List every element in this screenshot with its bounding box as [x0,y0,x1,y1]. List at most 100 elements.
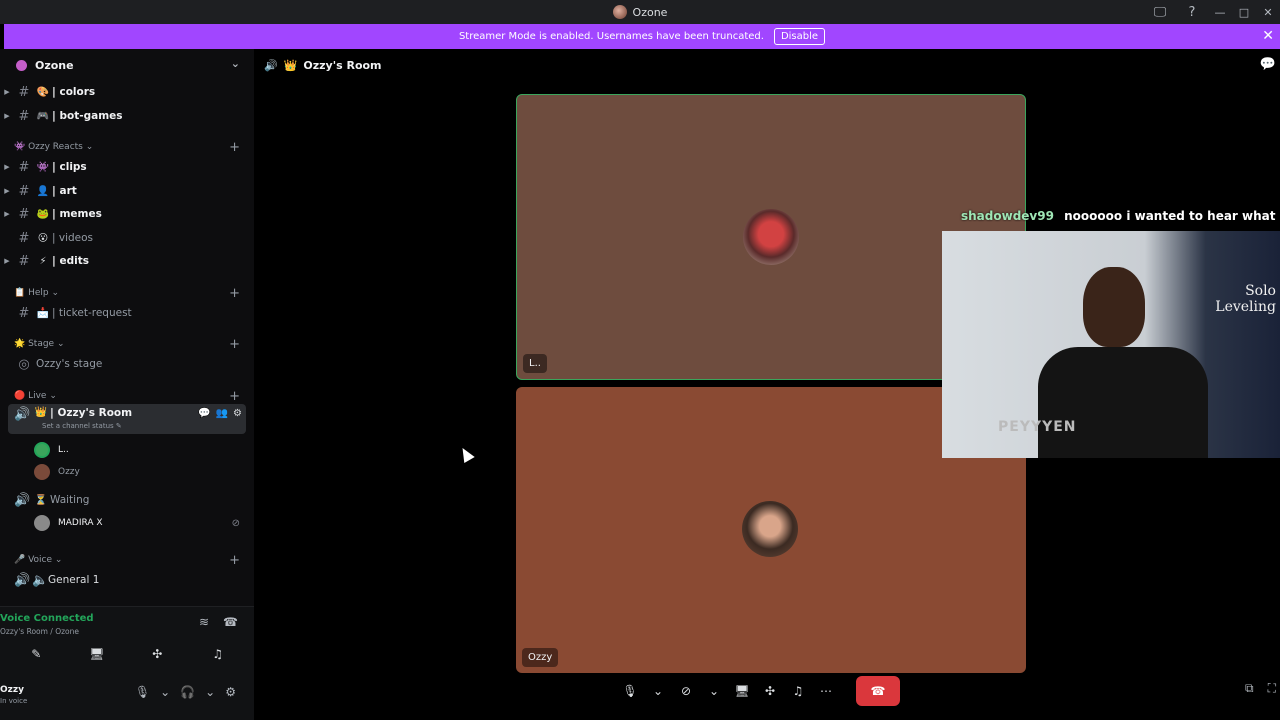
channel-sidebar: Ozone ⌄ ▶ # 🎨 | colors ▶ # 🎮 | bot-games… [0,49,254,720]
disable-button[interactable]: Disable [773,28,826,45]
category-help[interactable]: 📋 Help ⌄ + [0,284,254,302]
close-window-button[interactable]: ✕ [1256,6,1280,19]
hash-icon: # [18,230,30,246]
channel-emoji: 📩 [36,307,50,319]
headphones-icon[interactable]: 🎧 [180,685,195,699]
maximize-button[interactable]: □ [1232,6,1256,19]
voice-location[interactable]: Ozzy's Room / Ozone [0,627,79,636]
activities-icon[interactable]: ✣ [133,643,181,665]
microphone-icon[interactable]: 🎙 [135,685,150,699]
category-live[interactable]: 🔴 Live ⌄ + [0,387,254,405]
chevron-down-icon[interactable]: ⌄ [160,685,170,699]
category-voice[interactable]: 🎤 Voice ⌄ + [0,551,254,569]
channel-name: | Ozzy's Room [50,407,133,419]
member-name: Ozzy [58,467,80,477]
inbox-icon[interactable]: 🖵 [1144,5,1176,20]
channel-emoji: ⏳ [34,494,48,506]
voice-activity-buttons: ✎ 🖥 ✣ ♫ [0,643,254,665]
voice-member[interactable]: L.. [34,440,69,460]
channel-edits[interactable]: ▶ # ⚡ | edits [0,250,254,272]
soundboard-icon[interactable]: ♫ [786,676,810,706]
channel-waiting[interactable]: 🔊 ⏳ Waiting [0,489,254,511]
microphone-icon[interactable]: 🎙 [618,676,642,706]
camera-off-icon[interactable]: ⊘ [674,676,698,706]
disconnect-button[interactable]: ☎ [856,676,900,706]
webcam-overlay: PEYYYEN Solo Leveling [942,231,1280,458]
channel-name: Waiting [50,494,90,506]
channel-general-1[interactable]: 🔊 🔈 General 1 [0,569,254,591]
add-channel-icon[interactable]: + [229,140,240,155]
channel-name: | ticket-request [52,307,132,319]
gear-icon[interactable]: ⚙ [225,685,236,699]
chat-icon[interactable]: 💬 [198,408,210,419]
hash-icon: # [18,305,30,321]
category-label: 📋 Help ⌄ [14,288,60,298]
channel-videos[interactable]: # 😮 | videos [0,227,254,249]
channel-art[interactable]: ▶ # 👤 | art [0,180,254,202]
channel-emoji: 😮 [37,232,49,244]
noise-suppression-icon[interactable]: ≋ [199,615,209,629]
soundboard-icon[interactable]: ♫ [194,643,242,665]
channel-name: | videos [52,232,94,244]
stream-chat-overlay: shadowdev99 noooooo i wanted to hear wha… [961,209,1280,223]
chevron-down-icon[interactable]: ⌄ [646,676,670,706]
minimize-button[interactable]: — [1208,6,1232,19]
add-channel-icon[interactable]: + [229,337,240,352]
add-channel-icon[interactable]: + [229,553,240,568]
add-channel-icon[interactable]: + [229,389,240,404]
view-controls: ⧉ ⛶ [1245,681,1276,696]
disconnect-icon[interactable]: ☎ [223,615,238,629]
gear-icon[interactable]: ⚙ [233,408,242,419]
category-ozzy-reacts[interactable]: 👾 Ozzy Reacts ⌄ + [0,138,254,156]
channel-ticket-request[interactable]: # 📩 | ticket-request [0,302,254,324]
channel-name: | bot-games [52,110,123,122]
voice-member[interactable]: MADIRA X [34,513,103,533]
camera-icon[interactable]: ✎ [12,643,60,665]
channel-name: | colors [52,86,96,98]
participant-avatar [742,501,798,557]
channel-colors[interactable]: ▶ # 🎨 | colors [0,81,254,103]
screen-share-icon[interactable]: 🖥 [73,643,121,665]
activities-icon[interactable]: ✣ [758,676,782,706]
avatar [34,464,50,480]
server-header[interactable]: Ozone ⌄ [0,49,254,82]
channel-ozzys-room[interactable]: 🔊 👑 | Ozzy's Room Set a channel status ✎… [8,404,246,434]
popout-icon[interactable]: ⧉ [1245,681,1254,696]
channel-ozzys-stage[interactable]: ◎ Ozzy's stage [0,353,254,375]
channel-emoji: 👾 [36,161,50,173]
voice-connected-label: Voice Connected [0,613,94,624]
chevron-down-icon[interactable]: ⌄ [231,57,240,70]
hash-icon: # [18,159,30,175]
voice-channel-icon: 🔊 [14,492,31,508]
fullscreen-icon[interactable]: ⛶ [1268,681,1276,696]
channel-name: Ozzy's stage [36,358,103,370]
category-label: 👾 Ozzy Reacts ⌄ [14,142,94,152]
screen-share-icon[interactable]: 🖥 [730,676,754,706]
stage-icon: ◎ [18,356,30,372]
room-title: Ozzy's Room [303,59,382,72]
chevron-down-icon[interactable]: ⌄ [205,685,215,699]
chevron-down-icon[interactable]: ⌄ [702,676,726,706]
invite-icon[interactable]: 👥 [216,408,228,419]
chat-icon[interactable]: 💬 [1260,57,1276,72]
call-controls: 🎙 ⌄ ⊘ ⌄ 🖥 ✣ ♫ ⋯ ☎ [618,676,918,706]
close-banner-icon[interactable]: ✕ [1262,28,1274,44]
more-icon[interactable]: ⋯ [814,676,838,706]
room-emoji: 👑 [283,59,298,72]
channel-clips[interactable]: ▶ # 👾 | clips [0,156,254,178]
window-controls: 🖵 ? — □ ✕ [1144,0,1280,24]
hash-icon: # [18,206,30,222]
expand-arrow-icon: ▶ [4,88,10,96]
user-name[interactable]: Ozzy [0,685,24,695]
expand-arrow-icon: ▶ [4,112,10,120]
voice-member[interactable]: Ozzy [34,462,80,482]
channel-emoji: 🎨 [36,86,50,98]
hash-icon: # [18,183,30,199]
add-channel-icon[interactable]: + [229,286,240,301]
channel-emoji: ⚡ [39,255,47,267]
help-icon[interactable]: ? [1176,5,1208,20]
channel-memes[interactable]: ▶ # 🐸 | memes [0,203,254,225]
category-stage[interactable]: 🌟 Stage ⌄ + [0,335,254,353]
channel-bot-games[interactable]: ▶ # 🎮 | bot-games [0,105,254,127]
channel-status[interactable]: Set a channel status ✎ [42,422,122,430]
